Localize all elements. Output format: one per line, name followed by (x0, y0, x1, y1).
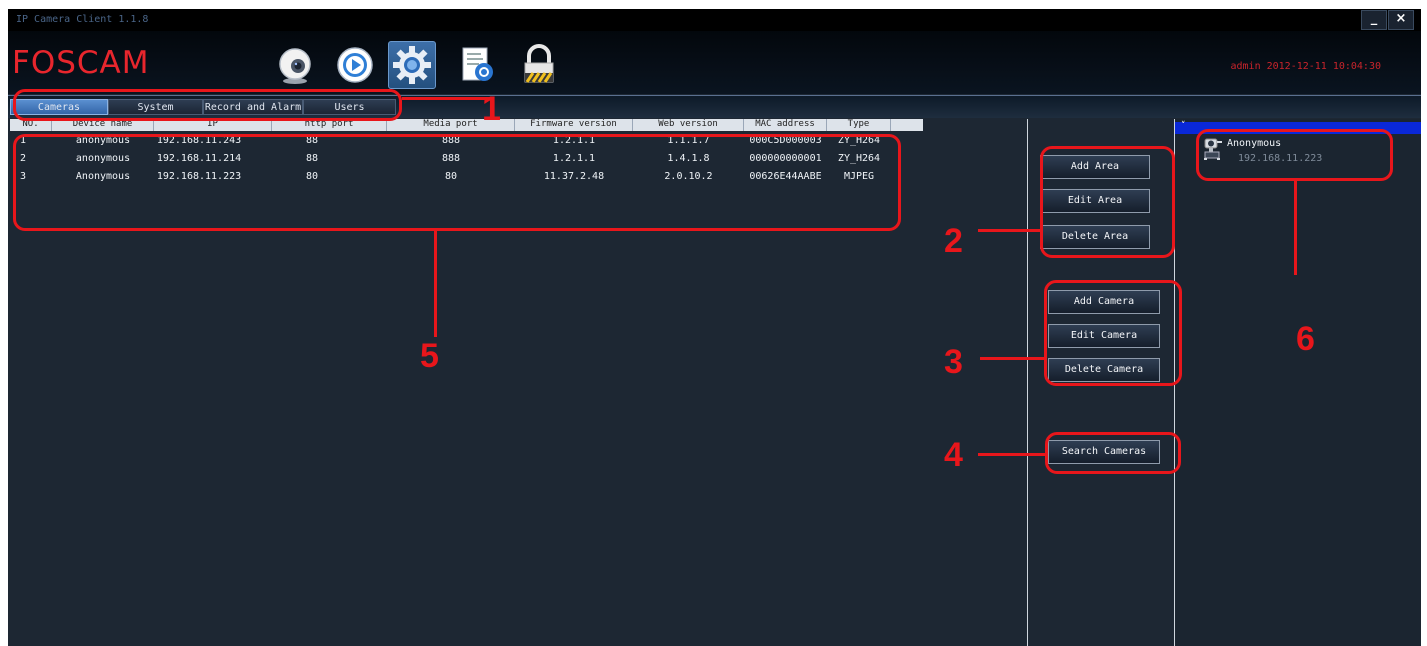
cell-firmware: 11.37.2.48 (543, 171, 605, 182)
column-header-filler (891, 119, 923, 131)
edit-area-button[interactable]: Edit Area (1040, 189, 1150, 213)
cell-firmware: 1.2.1.1 (552, 135, 596, 146)
window-title: IP Camera Client 1.1.8 (16, 14, 149, 25)
webcam-icon[interactable] (274, 44, 316, 86)
tab-system[interactable]: System (108, 99, 203, 115)
tab-bar: Cameras System Record and Alarm Users (8, 95, 1421, 118)
close-button[interactable]: × (1388, 10, 1414, 30)
annotation-line-3 (980, 357, 1044, 360)
column-header[interactable]: http port (272, 119, 387, 131)
gear-icon[interactable] (388, 41, 436, 89)
annotation-line-1 (402, 97, 494, 100)
cell-no: 1 (20, 135, 27, 146)
tab-users[interactable]: Users (303, 99, 396, 115)
table-row[interactable]: 3 Anonymous 192.168.11.223 80 80 11.37.2… (10, 168, 923, 186)
minimize-button[interactable]: _ (1361, 10, 1387, 30)
annotation-number-1: 1 (482, 90, 501, 128)
cell-type: ZY_H264 (837, 153, 881, 164)
title-bar: IP Camera Client 1.1.8 _ × (8, 9, 1421, 31)
annotation-number-5: 5 (420, 337, 439, 375)
column-header[interactable]: Type (827, 119, 891, 131)
add-area-button[interactable]: Add Area (1040, 155, 1150, 179)
annotation-line-2 (978, 229, 1040, 232)
add-camera-button[interactable]: Add Camera (1048, 290, 1160, 314)
cell-no: 3 (20, 171, 27, 182)
user-datetime-status: admin 2012-12-11 10:04:30 (1230, 61, 1381, 72)
cell-device-name: Anonymous (75, 171, 131, 182)
column-header[interactable]: IP (154, 119, 272, 131)
cell-mac: 000000000001 (749, 153, 822, 164)
tree-group-row[interactable]: ˅ (1175, 121, 1421, 134)
cell-http-port: 88 (305, 135, 319, 146)
edit-camera-button[interactable]: Edit Camera (1048, 324, 1160, 348)
cell-device-name: anonymous (75, 153, 131, 164)
cell-type: ZY_H264 (837, 135, 881, 146)
annotation-number-4: 4 (944, 436, 963, 474)
cell-web-version: 1.4.1.8 (667, 153, 710, 164)
cell-media-port: 888 (441, 153, 461, 164)
column-header[interactable]: MAC address (744, 119, 827, 131)
annotation-number-2: 2 (944, 222, 963, 260)
cell-media-port: 80 (444, 171, 458, 182)
cell-type: MJPEG (843, 171, 875, 182)
tree-camera-ip: 192.168.11.223 (1238, 153, 1323, 164)
annotation-line-5 (434, 231, 437, 337)
search-cameras-button[interactable]: Search Cameras (1048, 440, 1160, 464)
cell-ip: 192.168.11.214 (156, 153, 242, 164)
delete-camera-button[interactable]: Delete Camera (1048, 358, 1160, 382)
annotation-number-6: 6 (1296, 320, 1315, 358)
cell-no: 2 (20, 153, 27, 164)
table-row[interactable]: 1 anonymous 192.168.11.243 88 888 1.2.1.… (10, 132, 923, 150)
delete-area-button[interactable]: Delete Area (1040, 225, 1150, 249)
cell-mac: 000C5D000003 (749, 135, 822, 146)
cell-ip: 192.168.11.223 (156, 171, 242, 182)
play-icon[interactable] (334, 44, 376, 86)
annotation-number-3: 3 (944, 343, 963, 381)
chevron-down-icon[interactable]: ˅ (1181, 121, 1186, 131)
cell-web-version: 2.0.10.2 (664, 171, 713, 182)
app-window: IP Camera Client 1.1.8 _ × FOSCAM admin … (8, 9, 1421, 646)
table-header: NO. Device name IP http port Media port … (10, 119, 923, 131)
tab-record-and-alarm[interactable]: Record and Alarm (203, 99, 303, 115)
cell-http-port: 88 (305, 153, 319, 164)
cell-device-name: anonymous (75, 135, 131, 146)
tree-camera-name[interactable]: Anonymous (1227, 138, 1281, 149)
table-row[interactable]: 2 anonymous 192.168.11.214 88 888 1.2.1.… (10, 150, 923, 168)
cell-firmware: 1.2.1.1 (552, 153, 596, 164)
column-header[interactable]: Firmware version (515, 119, 633, 131)
cell-ip: 192.168.11.243 (156, 135, 242, 146)
foscam-logo: FOSCAM (12, 45, 150, 81)
annotation-line-6 (1294, 181, 1297, 275)
annotation-line-4 (978, 453, 1045, 456)
camera-icon (1203, 137, 1223, 161)
document-icon[interactable] (456, 44, 498, 86)
device-tree: ˅ Anonymous 192.168.11.223 (1175, 119, 1421, 646)
cell-web-version: 1.1.1.7 (667, 135, 710, 146)
cell-media-port: 888 (441, 135, 461, 146)
panel-divider (1027, 119, 1028, 646)
column-header[interactable]: NO. (10, 119, 52, 131)
header: FOSCAM admin 2012-12-11 10:04:30 (8, 31, 1421, 94)
cell-mac: 00626E44AABE (749, 171, 822, 182)
cell-http-port: 80 (305, 171, 319, 182)
column-header[interactable]: Device name (52, 119, 154, 131)
lock-icon[interactable] (518, 44, 560, 86)
tab-cameras[interactable]: Cameras (10, 99, 108, 115)
column-header[interactable]: Web version (633, 119, 744, 131)
